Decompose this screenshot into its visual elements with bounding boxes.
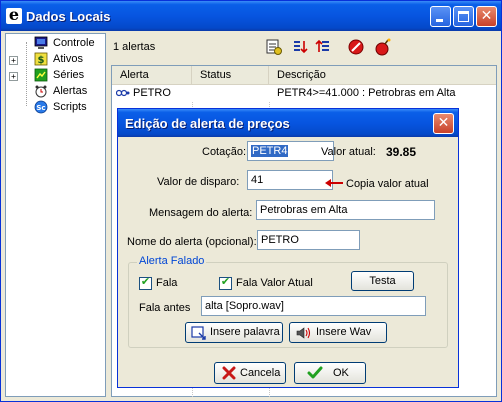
edit-alert-dialog: Edição de alerta de preços ✕ Cotação: PE… (117, 108, 459, 388)
disparo-input[interactable]: 41 (247, 170, 333, 190)
mensagem-label: Mensagem do alerta: (149, 207, 253, 219)
dialog-close-button[interactable]: ✕ (433, 113, 454, 134)
edit-alert-icon[interactable] (291, 38, 309, 56)
insert-word-icon (191, 326, 206, 340)
insere-palavra-label: Insere palavra (210, 326, 280, 338)
ok-check-icon (307, 366, 323, 379)
sort-alert-icon[interactable] (315, 38, 333, 56)
fala-label: Fala (156, 277, 178, 289)
close-icon: ✕ (480, 8, 493, 24)
maximize-icon (458, 11, 469, 22)
tree-expand-series[interactable]: + (9, 72, 18, 81)
svg-text:Sc: Sc (36, 104, 45, 112)
tree-label-series: Séries (53, 69, 85, 81)
tree-item-series[interactable]: + Séries (6, 68, 106, 84)
tree-label-alertas: Alertas (53, 85, 88, 97)
column-header-status[interactable]: Status (192, 66, 269, 84)
cotacao-label: Cotação: (202, 146, 247, 158)
svg-text:$: $ (38, 55, 45, 66)
dollar-icon: $ (34, 52, 48, 66)
tree-item-scripts[interactable]: Sc Scripts (6, 100, 106, 116)
tree-label-controle: Controle (53, 37, 95, 49)
ok-label: OK (333, 367, 349, 379)
navigation-tree[interactable]: Controle + $ Ativos + Séries Alertas Sc … (5, 33, 106, 397)
column-header-alerta[interactable]: Alerta (112, 66, 192, 84)
alert-row-icon (116, 89, 130, 97)
minimize-icon (436, 19, 443, 22)
fala-antes-label: Fala antes (139, 302, 191, 314)
fala-checkbox[interactable]: ✔ (139, 275, 152, 290)
minimize-button[interactable] (430, 6, 451, 27)
app-e-icon: e (6, 5, 22, 24)
tree-item-controle[interactable]: Controle (6, 36, 106, 52)
speaker-icon (296, 327, 311, 339)
fala-valor-atual-checkbox[interactable]: ✔ (219, 275, 232, 290)
tree-expand-ativos[interactable]: + (9, 56, 18, 65)
monitor-icon (34, 36, 48, 49)
window-title: Dados Locais (26, 9, 111, 24)
mensagem-input[interactable]: Petrobras em Alta (256, 200, 435, 220)
copia-valor-atual-link[interactable]: Copia valor atual (346, 178, 429, 190)
series-chart-icon (34, 68, 48, 82)
testa-button[interactable]: Testa (351, 271, 414, 291)
bomb-icon[interactable] (374, 38, 392, 56)
group-legend: Alerta Falado (137, 255, 207, 267)
cancel-x-icon (222, 366, 236, 380)
dialog-titlebar[interactable]: Edição de alerta de preços ✕ (118, 109, 458, 137)
new-alert-icon[interactable] (265, 38, 283, 56)
window-titlebar[interactable]: e Dados Locais ✕ (1, 1, 501, 31)
tree-item-alertas[interactable]: Alertas (6, 84, 106, 100)
cell-descricao: PETR4>=41.000 : Petrobras em Alta (277, 87, 456, 99)
nome-input[interactable]: PETRO (257, 230, 360, 250)
fala-antes-input[interactable]: alta [Sopro.wav] (201, 296, 426, 316)
checkmark-icon: ✔ (220, 275, 231, 288)
alerta-falado-group: Alerta Falado ✔ Fala ✔ Fala Valor Atual … (128, 255, 448, 348)
list-header: Alerta Status Descrição (112, 66, 496, 85)
alarm-clock-icon (35, 85, 47, 98)
disparo-label: Valor de disparo: (157, 176, 240, 188)
checkmark-icon: ✔ (140, 275, 151, 288)
cancel-button[interactable]: Cancela (214, 362, 286, 384)
tree-label-scripts: Scripts (53, 101, 87, 113)
tree-label-ativos: Ativos (53, 53, 83, 65)
maximize-button[interactable] (453, 6, 474, 27)
table-row[interactable]: PETRO PETR4>=41.000 : Petrobras em Alta (112, 85, 496, 101)
nome-label: Nome do alerta (opcional): (127, 236, 257, 248)
cotacao-value: PETR4 (251, 145, 289, 157)
insere-wav-button[interactable]: Insere Wav (289, 322, 387, 343)
script-icon: Sc (34, 100, 48, 114)
dialog-title: Edição de alerta de preços (125, 116, 290, 131)
cell-alerta: PETRO (133, 87, 171, 99)
cancel-label: Cancela (240, 367, 281, 379)
tree-item-ativos[interactable]: + $ Ativos (6, 52, 106, 68)
insere-wav-label: Insere Wav (316, 326, 372, 338)
valor-atual-value: 39.85 (386, 145, 417, 159)
column-header-descricao[interactable]: Descrição (269, 66, 496, 84)
insere-palavra-button[interactable]: Insere palavra (185, 322, 283, 343)
stop-icon[interactable] (347, 38, 365, 56)
ok-button[interactable]: OK (294, 362, 366, 384)
arrow-left-icon (325, 179, 343, 187)
close-window-button[interactable]: ✕ (476, 6, 497, 27)
alert-count-label: 1 alertas (113, 41, 156, 53)
close-icon: ✕ (437, 115, 450, 131)
fala-valor-atual-label: Fala Valor Atual (236, 277, 313, 289)
valor-atual-label: Valor atual: (321, 146, 376, 158)
